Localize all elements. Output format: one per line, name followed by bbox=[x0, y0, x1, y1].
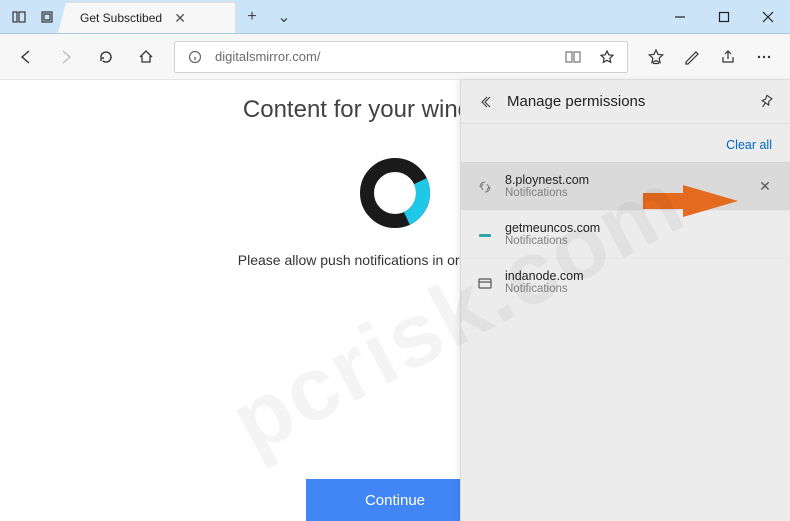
browser-toolbar bbox=[0, 34, 790, 80]
favorites-button[interactable] bbox=[638, 39, 674, 75]
pin-icon[interactable] bbox=[754, 90, 778, 114]
site-favicon-icon bbox=[475, 273, 495, 293]
site-list: 8.ploynest.comNotifications✕getmeuncos.c… bbox=[461, 162, 790, 521]
remove-site-icon[interactable]: ✕ bbox=[754, 176, 776, 198]
tab-actions: + ⌄ bbox=[236, 0, 300, 33]
site-row[interactable]: indanode.comNotifications bbox=[461, 258, 790, 306]
site-row[interactable]: getmeuncos.comNotifications bbox=[461, 210, 790, 258]
titlebar: Get Subsctibed ✕ + ⌄ bbox=[0, 0, 790, 34]
clear-all-link[interactable]: Clear all bbox=[461, 124, 790, 162]
panel-back-icon[interactable] bbox=[473, 90, 497, 114]
site-domain: indanode.com bbox=[505, 269, 776, 283]
forward-button[interactable] bbox=[48, 39, 84, 75]
site-subtitle: Notifications bbox=[505, 235, 776, 248]
tabs-set-aside-icon[interactable] bbox=[36, 6, 58, 28]
notes-button[interactable] bbox=[674, 39, 710, 75]
refresh-button[interactable] bbox=[88, 39, 124, 75]
site-domain: 8.ploynest.com bbox=[505, 173, 744, 187]
reading-view-icon[interactable] bbox=[559, 43, 587, 71]
loading-spinner-icon bbox=[360, 158, 430, 228]
site-favicon-icon bbox=[475, 177, 495, 197]
site-text: getmeuncos.comNotifications bbox=[505, 221, 776, 249]
maximize-icon[interactable] bbox=[702, 0, 746, 34]
site-subtitle: Notifications bbox=[505, 283, 776, 296]
site-text: 8.ploynest.comNotifications bbox=[505, 173, 744, 201]
close-icon[interactable] bbox=[746, 0, 790, 34]
permissions-panel: Manage permissions Clear all 8.ploynest.… bbox=[460, 80, 790, 521]
tab-title: Get Subsctibed bbox=[80, 11, 162, 25]
settings-menu-button[interactable] bbox=[746, 39, 782, 75]
favorite-icon[interactable] bbox=[593, 43, 621, 71]
site-text: indanode.comNotifications bbox=[505, 269, 776, 297]
share-button[interactable] bbox=[710, 39, 746, 75]
address-bar[interactable] bbox=[174, 41, 628, 73]
tabs-menu-button[interactable]: ⌄ bbox=[268, 0, 300, 34]
back-button[interactable] bbox=[8, 39, 44, 75]
site-row[interactable]: 8.ploynest.comNotifications ✕ bbox=[461, 162, 790, 210]
site-favicon-icon bbox=[475, 225, 495, 245]
browser-tab[interactable]: Get Subsctibed ✕ bbox=[66, 2, 236, 33]
tab-aside-icon[interactable] bbox=[8, 6, 30, 28]
minimize-icon[interactable] bbox=[658, 0, 702, 34]
home-button[interactable] bbox=[128, 39, 164, 75]
site-subtitle: Notifications bbox=[505, 187, 744, 200]
site-info-icon[interactable] bbox=[181, 43, 209, 71]
panel-header: Manage permissions bbox=[461, 80, 790, 124]
new-tab-button[interactable]: + bbox=[236, 0, 268, 34]
tab-close-icon[interactable]: ✕ bbox=[172, 10, 188, 26]
panel-title: Manage permissions bbox=[507, 93, 744, 110]
site-domain: getmeuncos.com bbox=[505, 221, 776, 235]
window-controls bbox=[658, 0, 790, 33]
continue-button[interactable]: Continue bbox=[306, 479, 484, 521]
shell-task-icons bbox=[0, 0, 66, 33]
url-input[interactable] bbox=[215, 49, 553, 64]
